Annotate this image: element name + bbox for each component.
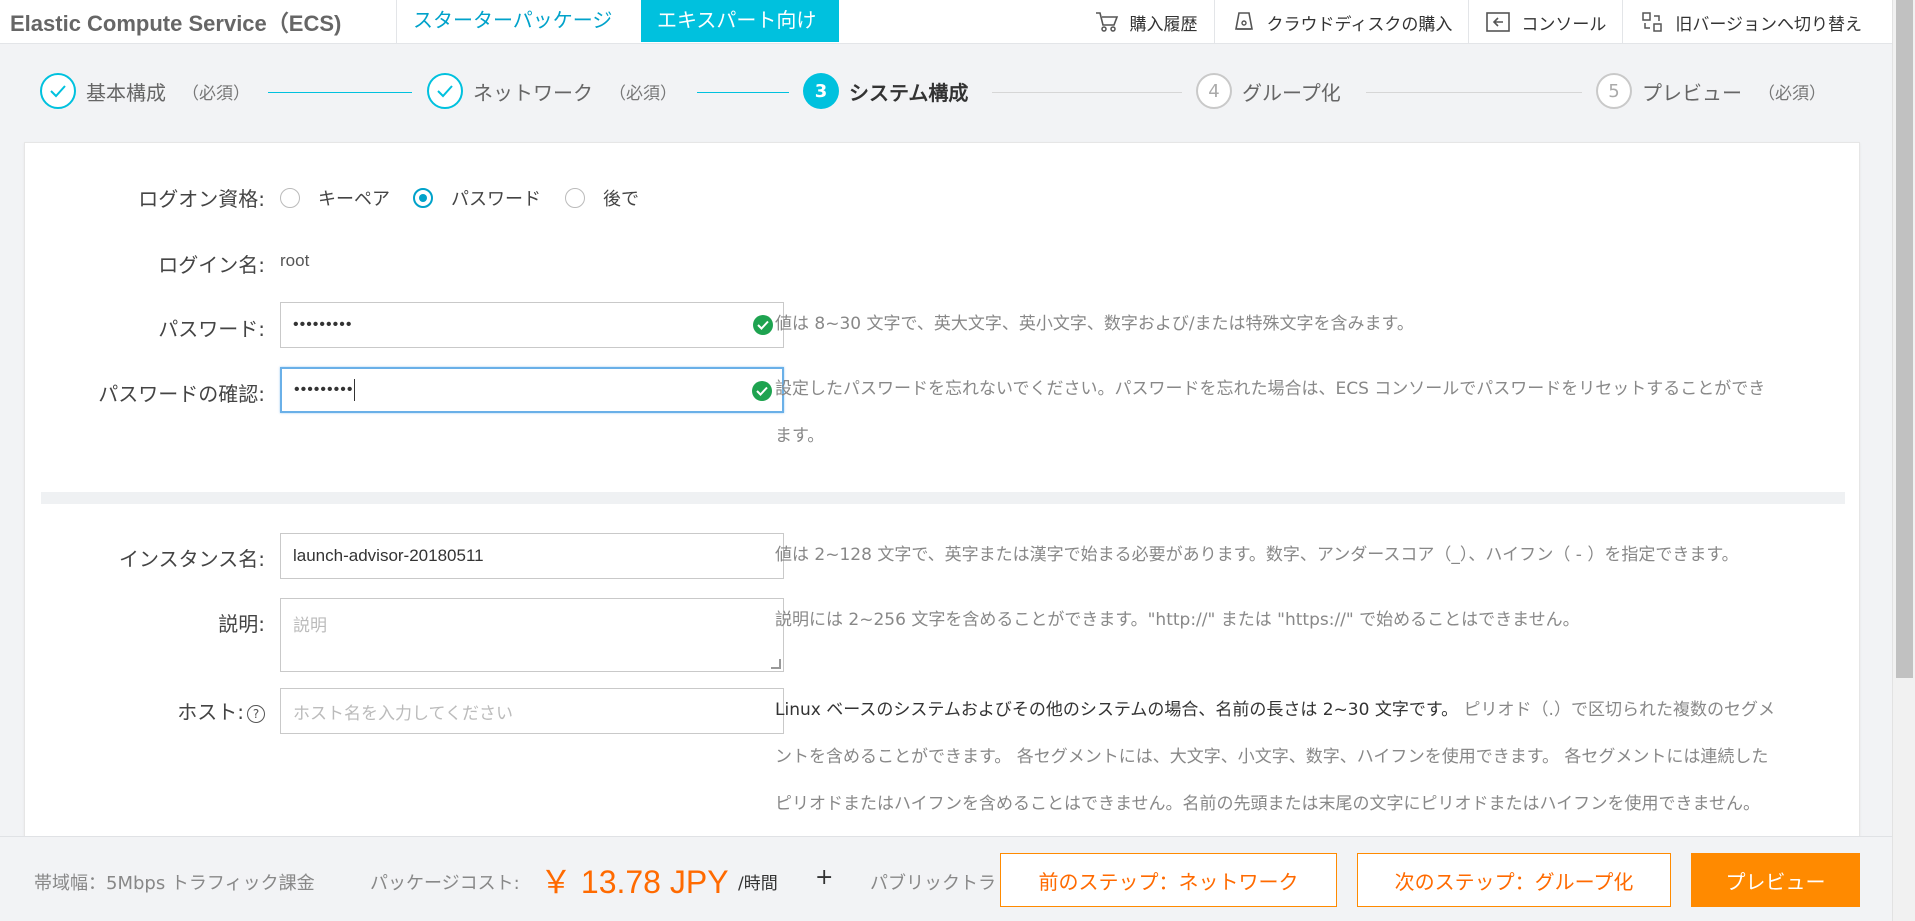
password-field[interactable]: ••••••••• xyxy=(280,302,784,348)
valid-check-icon xyxy=(753,315,773,335)
step-required: （必須） xyxy=(609,83,677,104)
host-hint-line-2: ントを含めることができます。 各セグメントには、大文字、小文字、数字、ハイフンを… xyxy=(775,747,1769,767)
buy-cloud-disk-link[interactable]: クラウドディスクの購入 xyxy=(1213,0,1469,44)
step-basic-config[interactable]: 基本構成 （必須） xyxy=(40,72,250,110)
scrollbar-thumb[interactable] xyxy=(1896,0,1913,678)
header-links: 購入履歴 クラウドディスクの購入 コンソール 旧バージョンへ切り替え xyxy=(1078,0,1878,44)
radio-circle xyxy=(413,188,433,208)
password-label: パスワード: xyxy=(158,317,265,341)
instance-name-label: インスタンス名: xyxy=(119,547,265,571)
switch-old-version-link[interactable]: 旧バージョンへ切り替え xyxy=(1622,0,1878,44)
host-hint-emphasis: Linux ベースのシステムおよびその他のシステムの場合、名前の長さは 2~30… xyxy=(775,700,1459,720)
step-connector xyxy=(992,92,1182,93)
section-divider xyxy=(41,492,1845,504)
package-cost-label: パッケージコスト: xyxy=(370,873,520,894)
description-placeholder: 説明 xyxy=(293,616,327,635)
radio-label: 後で xyxy=(603,189,639,210)
step-required: （必須） xyxy=(1758,83,1826,104)
console-icon xyxy=(1485,9,1511,35)
instance-name-value: launch-advisor-20180511 xyxy=(293,546,484,565)
radio-password[interactable]: パスワード xyxy=(413,185,541,211)
step-required: （必須） xyxy=(182,83,250,104)
purchase-history-label: 購入履歴 xyxy=(1129,14,1198,35)
step-number: 4 xyxy=(1196,73,1232,109)
password-value: ••••••••• xyxy=(293,316,353,333)
radio-keypair[interactable]: キーペア xyxy=(280,185,390,211)
radio-label: キーペア xyxy=(318,189,390,210)
purchase-history-link[interactable]: 購入履歴 xyxy=(1078,0,1214,44)
switch-old-version-label: 旧バージョンへ切り替え xyxy=(1675,14,1862,35)
step-number: 3 xyxy=(803,73,839,109)
next-step-button[interactable]: 次のステップ：グループ化 xyxy=(1357,853,1671,907)
check-icon xyxy=(427,73,463,109)
confirm-password-hint-cont: ます。 xyxy=(775,426,825,446)
instance-name-hint: 値は 2~128 文字で、英字または漢字で始まる必要があります。数字、アンダース… xyxy=(775,545,1739,565)
page-scrollbar[interactable] xyxy=(1892,0,1915,921)
wizard-stepper: 基本構成 （必須） ネットワーク （必須） 3 システム構成 4 グループ化 5… xyxy=(0,56,1892,126)
host-hint-rest: ピリオド（.）で区切られた複数のセグメ xyxy=(1458,700,1775,720)
step-label: 基本構成 xyxy=(86,80,166,105)
step-network[interactable]: ネットワーク （必須） xyxy=(427,72,677,110)
text-caret xyxy=(354,379,356,401)
step-grouping[interactable]: 4 グループ化 xyxy=(1196,72,1341,110)
cart-icon xyxy=(1094,9,1120,35)
product-title: Elastic Compute Service（ECS) xyxy=(10,11,342,36)
preview-button[interactable]: プレビュー xyxy=(1691,853,1860,907)
password-hint: 値は 8~30 文字で、英大文字、英小文字、数字および/または特殊文字を含みます… xyxy=(775,314,1414,334)
radio-circle xyxy=(565,188,585,208)
logon-credentials-label: ログオン資格: xyxy=(138,187,265,211)
radio-later[interactable]: 後で xyxy=(565,185,639,211)
public-traffic-label: パブリックトラ xyxy=(870,873,996,894)
instance-name-field[interactable]: launch-advisor-20180511 xyxy=(280,533,784,579)
step-preview[interactable]: 5 プレビュー （必須） xyxy=(1596,72,1826,110)
step-connector xyxy=(697,92,789,93)
confirm-password-hint: 設定したパスワードを忘れないでください。パスワードを忘れた場合は、ECS コンソ… xyxy=(775,379,1766,399)
login-name-label: ログイン名: xyxy=(158,253,265,277)
step-connector xyxy=(1366,92,1582,93)
step-system-config[interactable]: 3 システム構成 xyxy=(803,72,968,110)
radio-label: パスワード xyxy=(451,189,541,210)
host-field[interactable]: ホスト名を入力してください xyxy=(280,688,784,734)
help-icon[interactable]: ? xyxy=(247,704,265,723)
resize-handle-icon[interactable] xyxy=(771,659,781,669)
step-label: ネットワーク xyxy=(473,80,593,105)
console-link[interactable]: コンソール xyxy=(1468,0,1622,44)
disk-icon xyxy=(1231,9,1257,35)
top-navigation-bar: Elastic Compute Service（ECS) スターターパッケージ … xyxy=(0,0,1892,44)
tab-expert[interactable]: エキスパート向け xyxy=(641,0,839,42)
system-config-card: ログオン資格: キーペア パスワード 後で ログイン名: root パスワード:… xyxy=(24,142,1860,842)
bandwidth-info: 帯域幅：5Mbps トラフィック課金 xyxy=(34,873,315,894)
confirm-password-field[interactable]: ••••••••• xyxy=(280,367,784,413)
radio-circle xyxy=(280,188,300,208)
description-hint: 説明には 2~256 文字を含めることができます。"http://" または "… xyxy=(775,610,1580,630)
valid-check-icon xyxy=(752,381,772,401)
order-summary-bar: 帯域幅：5Mbps トラフィック課金 パッケージコスト: ￥ 13.78 JPY… xyxy=(0,836,1892,921)
plus-sign: + xyxy=(815,865,834,890)
host-hint-line-1: Linux ベースのシステムおよびその他のシステムの場合、名前の長さは 2~30… xyxy=(775,687,1775,734)
confirm-password-value: ••••••••• xyxy=(294,381,354,398)
package-price: ￥ 13.78 JPY xyxy=(540,864,729,900)
description-label: 説明: xyxy=(218,612,265,636)
host-placeholder: ホスト名を入力してください xyxy=(293,703,513,723)
tab-starter-package[interactable]: スターターパッケージ xyxy=(397,0,641,42)
step-label: プレビュー xyxy=(1642,80,1742,105)
host-label-row: ホスト:? xyxy=(25,696,265,725)
prev-step-button[interactable]: 前のステップ：ネットワーク xyxy=(1000,853,1337,907)
step-number: 5 xyxy=(1596,73,1632,109)
console-label: コンソール xyxy=(1521,14,1607,35)
host-hint-line-3: ピリオドまたはハイフンを含めることはできません。名前の先頭または末尾の文字にピリ… xyxy=(775,794,1760,814)
buy-cloud-disk-label: クラウドディスクの購入 xyxy=(1266,14,1453,35)
check-icon xyxy=(40,73,76,109)
login-name-value: root xyxy=(280,251,310,270)
price-unit: /時間 xyxy=(738,874,778,894)
step-connector xyxy=(268,92,412,93)
description-textarea[interactable]: 説明 xyxy=(280,598,784,672)
switch-icon xyxy=(1639,9,1665,35)
confirm-password-label: パスワードの確認: xyxy=(98,382,265,406)
step-label: システム構成 xyxy=(849,80,969,105)
host-label: ホスト: xyxy=(177,700,244,724)
step-label: グループ化 xyxy=(1242,80,1341,105)
